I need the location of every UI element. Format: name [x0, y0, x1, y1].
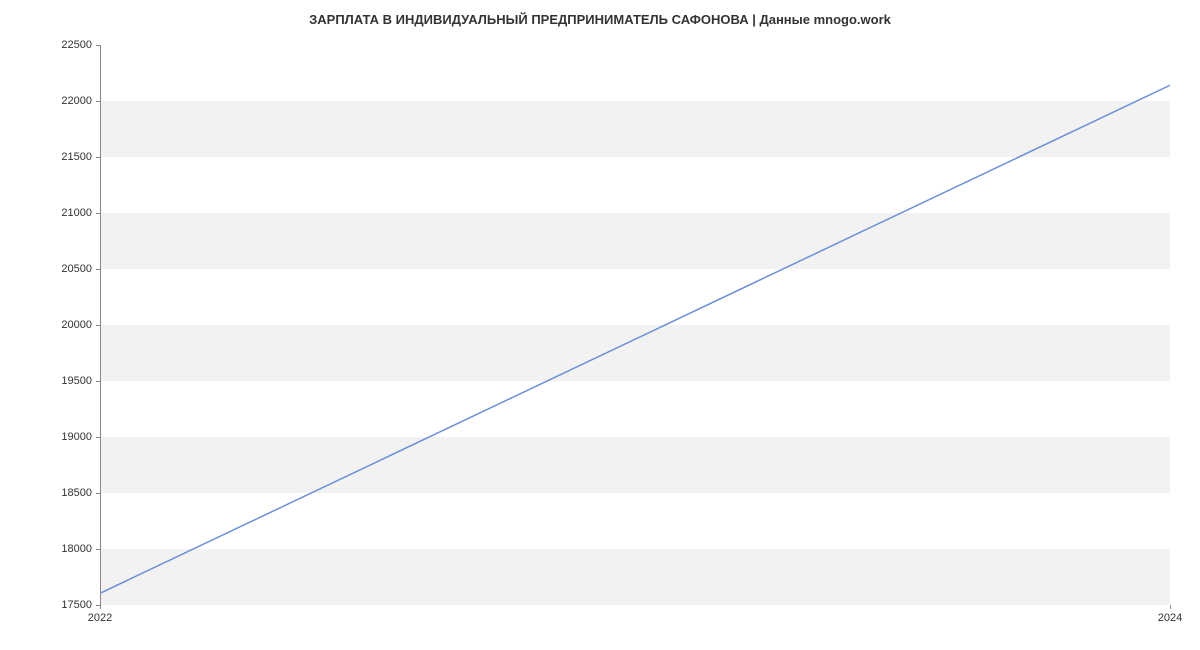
y-tick-label: 20000 [32, 319, 92, 331]
y-tick-label: 17500 [32, 599, 92, 611]
y-tick-label: 19000 [32, 431, 92, 443]
y-tick-mark [96, 213, 100, 214]
y-tick-label: 22500 [32, 39, 92, 51]
x-tick-mark [100, 605, 101, 609]
y-tick-label: 18000 [32, 543, 92, 555]
y-tick-label: 21500 [32, 151, 92, 163]
data-line [101, 85, 1170, 593]
y-tick-label: 21000 [32, 207, 92, 219]
y-tick-label: 22000 [32, 95, 92, 107]
y-tick-label: 19500 [32, 375, 92, 387]
y-tick-mark [96, 101, 100, 102]
chart-container: ЗАРПЛАТА В ИНДИВИДУАЛЬНЫЙ ПРЕДПРИНИМАТЕЛ… [0, 0, 1200, 650]
y-tick-mark [96, 157, 100, 158]
plot-area [100, 45, 1170, 605]
y-tick-mark [96, 437, 100, 438]
y-tick-mark [96, 493, 100, 494]
y-tick-label: 18500 [32, 487, 92, 499]
y-tick-label: 20500 [32, 263, 92, 275]
y-tick-mark [96, 45, 100, 46]
y-tick-mark [96, 325, 100, 326]
chart-line-svg [101, 45, 1170, 604]
x-tick-label: 2024 [1158, 612, 1182, 624]
y-tick-mark [96, 381, 100, 382]
chart-title: ЗАРПЛАТА В ИНДИВИДУАЛЬНЫЙ ПРЕДПРИНИМАТЕЛ… [0, 0, 1200, 27]
x-tick-label: 2022 [88, 612, 112, 624]
y-tick-mark [96, 269, 100, 270]
x-tick-mark [1170, 605, 1171, 609]
y-tick-mark [96, 549, 100, 550]
